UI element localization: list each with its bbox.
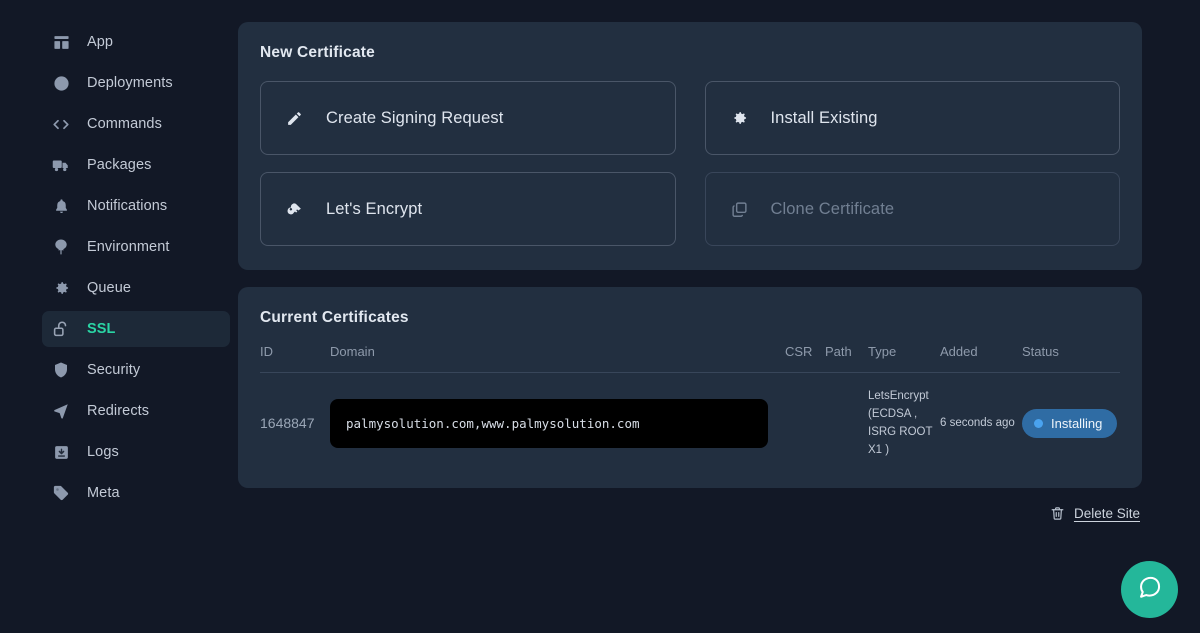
gear-icon [730,109,749,128]
chat-bubble-icon [1136,574,1163,606]
table-body: 1648847 LetsEncrypt (ECDSA , ISRG ROOT X… [260,373,1120,474]
sidebar-item-label: Deployments [87,75,173,91]
sidebar-item-label: SSL [87,321,116,337]
gear-icon [52,279,70,297]
sidebar-item-logs[interactable]: Logs [42,434,230,470]
clone-certificate-button: Clone Certificate [704,172,1120,246]
status-dot-icon [1034,418,1043,428]
table-header: ID Domain CSR Path Type Added Status [260,344,1120,373]
cell-id: 1648847 [260,415,315,432]
unlock-icon [52,320,70,338]
copy-icon [730,200,749,219]
cell-path [825,373,868,474]
option-label: Create Signing Request [326,108,504,127]
sidebar-item-label: Environment [87,239,170,255]
certificates-table: ID Domain CSR Path Type Added Status 164… [260,344,1120,474]
dashboard-icon [52,33,70,51]
sidebar-item-queue[interactable]: Queue [42,270,230,306]
code-brackets-icon [52,115,70,133]
trash-icon [1050,506,1065,521]
sidebar-item-label: Security [87,362,141,378]
column-header-added: Added [940,344,1022,373]
option-label: Let's Encrypt [326,199,423,218]
sidebar-item-label: App [87,34,114,50]
tree-icon [52,238,70,256]
column-header-csr: CSR [785,344,825,373]
status-badge[interactable]: Installing [1022,408,1118,438]
clock-icon [52,74,70,92]
sidebar-item-packages[interactable]: Packages [42,147,230,183]
cell-status: Installing [1022,373,1120,474]
sidebar: App Deployments Commands Packages Notifi… [0,0,238,633]
tag-icon [52,484,70,502]
current-certificates-card: Current Certificates ID Domain CSR Path … [238,287,1142,488]
sidebar-item-app[interactable]: App [42,24,230,60]
column-header-type: Type [868,344,940,373]
cell-csr [785,373,825,474]
truck-icon [52,156,70,174]
ssl-settings-page: App Deployments Commands Packages Notifi… [0,0,1200,633]
column-header-path: Path [825,344,868,373]
column-header-domain: Domain [330,344,785,373]
option-label: Clone Certificate [770,199,895,218]
sidebar-item-label: Commands [87,116,162,132]
current-certificates-title: Current Certificates [260,309,409,326]
sidebar-item-label: Packages [87,157,152,173]
cell-type: LetsEncrypt (ECDSA , ISRG ROOT X1 ) [868,390,933,457]
page-footer: Delete Site [238,488,1142,521]
delete-site-link[interactable]: Delete Site [1074,506,1140,521]
table-row: 1648847 LetsEncrypt (ECDSA , ISRG ROOT X… [260,373,1120,474]
sidebar-item-deployments[interactable]: Deployments [42,65,230,101]
sidebar-item-security[interactable]: Security [42,352,230,388]
column-header-id: ID [260,344,330,373]
sidebar-item-label: Logs [87,444,119,460]
column-header-status: Status [1022,344,1120,373]
sidebar-item-label: Notifications [87,198,168,214]
sidebar-item-label: Queue [87,280,132,296]
install-existing-button[interactable]: Install Existing [704,81,1120,155]
lets-encrypt-button[interactable]: Let's Encrypt [260,172,676,246]
sidebar-item-environment[interactable]: Environment [42,229,230,265]
sidebar-item-notifications[interactable]: Notifications [42,188,230,224]
new-certificate-options: Create Signing Request Install Existing [260,81,1120,246]
sidebar-item-commands[interactable]: Commands [42,106,230,142]
cell-domain [330,373,785,474]
status-badge-label: Installing [1051,415,1103,431]
pencil-icon [285,109,304,128]
sidebar-item-redirects[interactable]: Redirects [42,393,230,429]
create-signing-request-button[interactable]: Create Signing Request [260,81,676,155]
help-chat-button[interactable] [1121,561,1178,618]
shield-icon [52,361,70,379]
sidebar-item-ssl[interactable]: SSL [42,311,230,347]
new-certificate-card: New Certificate Create Signing Request I… [238,22,1142,270]
domain-input[interactable] [330,398,768,448]
archive-box-icon [52,443,70,461]
sidebar-item-label: Redirects [87,403,150,419]
main-content: New Certificate Create Signing Request I… [238,0,1200,633]
sidebar-item-label: Meta [87,485,120,501]
new-certificate-title: New Certificate [260,44,375,61]
cell-added: 6 seconds ago [940,417,1015,430]
key-icon [285,200,304,219]
navigation-arrow-icon [52,402,70,420]
option-label: Install Existing [770,108,878,127]
sidebar-item-meta[interactable]: Meta [42,475,230,511]
bell-icon [52,197,70,215]
